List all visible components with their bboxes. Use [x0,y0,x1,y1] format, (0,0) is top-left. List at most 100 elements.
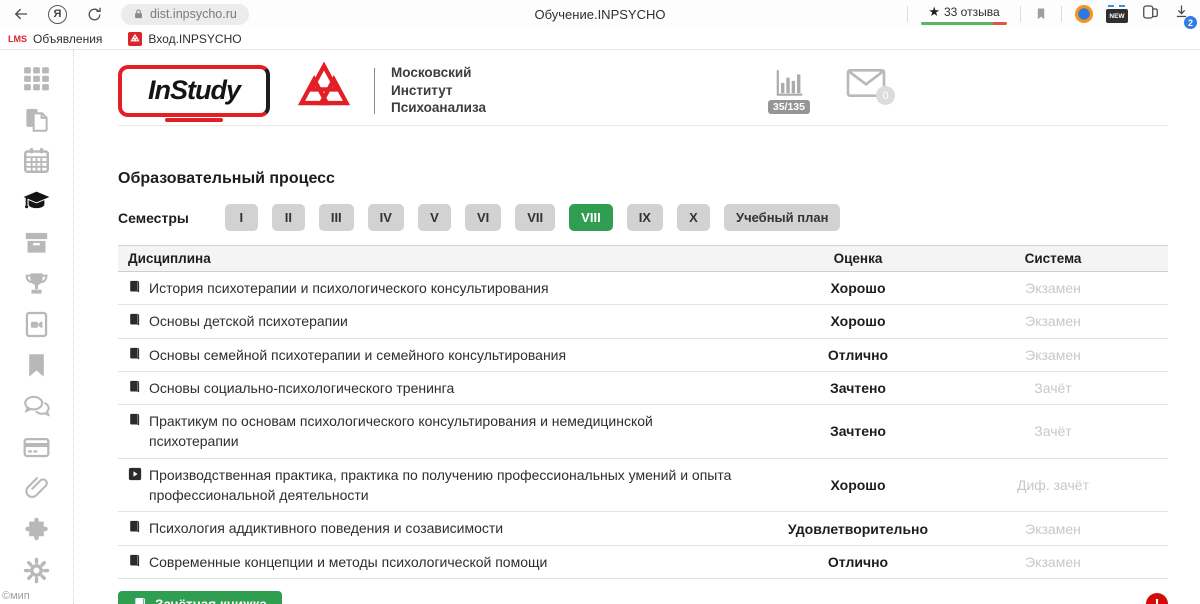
sidebar-icons [23,64,51,584]
new-tab-extension-icon[interactable]: NEW [1106,9,1128,23]
divider [1020,6,1021,22]
discipline-name: Практикум по основам психологического ко… [149,411,738,452]
sidebar-item-payments[interactable] [23,433,51,461]
discipline-name: Психология аддиктивного поведения и соза… [149,518,503,538]
table-row[interactable]: Основы социально-психологического тренин… [118,372,1168,405]
gradebook-button[interactable]: Зачётная книжка [118,591,282,604]
table-row[interactable]: История психотерапии и психологического … [118,272,1168,305]
bookmark-flag-icon[interactable] [1034,6,1048,22]
table-row[interactable]: Производственная практика, практика по п… [118,459,1168,513]
system-cell: Экзамен [948,554,1158,570]
grade-cell: Хорошо [768,477,948,493]
instudy-logo[interactable]: InStudy [118,65,270,117]
system-cell: Экзамен [948,521,1158,537]
discipline-cell: Основы детской психотерапии [128,311,768,331]
extension-browser-icon[interactable] [1075,5,1093,23]
grade-cell: Хорошо [768,280,948,296]
semester-tab-iv[interactable]: IV [368,204,404,231]
copyright-label: ©мип [2,590,30,602]
footer-row: Зачётная книжка ! [118,591,1168,604]
semester-tab-x[interactable]: X [677,204,710,231]
discipline-name: Основы детской психотерапии [149,311,348,331]
discipline-cell: Психология аддиктивного поведения и соза… [128,518,768,538]
main-content: InStudy Московский Институт Психоанализа… [74,50,1200,604]
book-icon [128,347,142,361]
semester-tab-iii[interactable]: III [319,204,354,231]
lms-favicon: LMS [8,34,27,44]
semester-tab-учебный-план[interactable]: Учебный план [724,204,840,231]
bookmark-announcements[interactable]: LMS Объявления [8,32,102,46]
sidebar-item-dashboard[interactable] [23,64,51,92]
tab-title: Обучение.INPSYCHO [535,7,666,22]
divider [1061,6,1062,22]
progress-stats[interactable]: 35/135 [768,67,810,114]
downloads-icon[interactable]: 2 [1173,3,1190,25]
system-cell: Диф. зачёт [948,477,1158,493]
semester-tab-viii[interactable]: VIII [569,204,613,231]
semester-tab-vi[interactable]: VI [465,204,501,231]
sidebar-item-video-materials[interactable] [23,310,51,338]
semesters-label: Семестры [118,210,189,226]
sidebar-item-archive[interactable] [23,228,51,256]
discipline-cell: Практикум по основам психологического ко… [128,411,768,452]
discipline-name: Производственная практика, практика по п… [149,465,738,506]
semester-tab-ii[interactable]: II [272,204,305,231]
system-cell: Экзамен [948,313,1158,329]
semester-tab-vii[interactable]: VII [515,204,555,231]
lock-icon [133,8,144,20]
semester-tab-ix[interactable]: IX [627,204,663,231]
star-icon: ★ [928,4,940,20]
discipline-cell: Производственная практика, практика по п… [128,465,768,506]
sidebar-item-schedule[interactable] [23,146,51,174]
header-divider [374,68,375,114]
grade-cell: Отлично [768,347,948,363]
sidebar-item-attachments[interactable] [23,474,51,502]
side-panel-icon[interactable] [1141,3,1160,26]
bar-chart-icon [772,67,806,99]
mail-button[interactable]: 0 [846,67,886,99]
system-cell: Экзамен [948,280,1158,296]
discipline-name: Основы социально-психологического тренин… [149,378,454,398]
semester-tabs: IIIIIIIVVVIVIIVIIIIXXУчебный план [225,204,841,231]
sidebar-item-messages[interactable] [23,392,51,420]
browser-profile-icon[interactable]: Я [48,5,67,24]
address-bar[interactable]: dist.inpsycho.ru [121,4,249,25]
table-row[interactable]: Практикум по основам психологического ко… [118,405,1168,459]
discipline-name: История психотерапии и психологического … [149,278,549,298]
sidebar-item-settings[interactable] [23,556,51,584]
sidebar-item-bookmarks[interactable] [23,351,51,379]
grade-cell: Зачтено [768,423,948,439]
sidebar-item-extensions[interactable] [23,515,51,543]
discipline-cell: Основы семейной психотерапии и семейного… [128,345,768,365]
sidebar-item-education[interactable] [23,187,51,215]
reviews-rating[interactable]: ★ 33 отзыва [921,4,1007,25]
table-row[interactable]: Психология аддиктивного поведения и соза… [118,512,1168,545]
book-icon [133,597,148,604]
semester-tab-i[interactable]: I [225,204,258,231]
back-icon[interactable] [10,3,32,25]
book-icon [128,380,142,394]
bookmark-login[interactable]: Вход.INPSYCHO [128,32,241,46]
reload-icon[interactable] [83,3,105,25]
grade-cell: Отлично [768,554,948,570]
table-body: История психотерапии и психологического … [118,272,1168,579]
col-grade: Оценка [768,251,948,266]
mail-badge: 0 [876,86,895,105]
sidebar-item-achievements[interactable] [23,269,51,297]
divider [907,6,908,22]
table-row[interactable]: Основы семейной психотерапии и семейного… [118,339,1168,372]
progress-badge: 35/135 [768,100,810,114]
alert-icon[interactable]: ! [1146,593,1168,604]
table-row[interactable]: Современные концепции и методы психологи… [118,546,1168,579]
sidebar-item-documents[interactable] [23,105,51,133]
site-header: InStudy Московский Институт Психоанализа… [118,56,1168,126]
discipline-name: Основы семейной психотерапии и семейного… [149,345,566,365]
book-icon [128,313,142,327]
book-icon [128,280,142,294]
semester-tab-v[interactable]: V [418,204,451,231]
mip-triangles-logo [294,62,354,120]
mip-favicon [128,32,142,46]
table-row[interactable]: Основы детской психотерапииХорошоЭкзамен [118,305,1168,338]
page-title: Образовательный процесс [118,170,1168,188]
institute-name: Московский Институт Психоанализа [391,64,486,117]
